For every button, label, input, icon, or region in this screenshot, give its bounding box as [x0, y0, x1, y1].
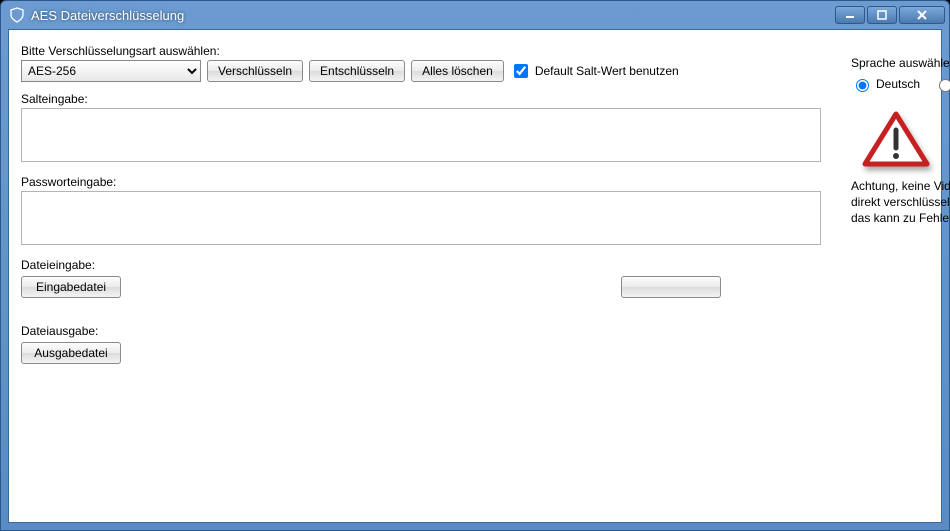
radio-german[interactable] [856, 79, 869, 92]
default-salt-text: Default Salt-Wert benutzen [535, 64, 679, 78]
decrypt-button[interactable]: Entschlüsseln [309, 60, 405, 82]
input-file-button[interactable]: Eingabedatei [21, 276, 121, 298]
salt-section: Salteingabe: [21, 92, 821, 165]
salt-label: Salteingabe: [21, 92, 821, 106]
maximize-button[interactable] [867, 6, 897, 24]
radio-english[interactable] [939, 79, 950, 92]
warning-text: Achtung, keine Videos direkt verschlüsse… [851, 178, 950, 227]
clear-all-button[interactable]: Alles löschen [411, 60, 504, 82]
radio-german-text: Deutsch [876, 77, 920, 91]
warning-icon [861, 110, 931, 170]
warning-line3: das kann zu Fehler führen! [851, 211, 950, 225]
file-input-label: Dateieingabe: [21, 258, 821, 272]
password-input[interactable] [21, 191, 821, 245]
radio-english-label[interactable]: Englisch [934, 76, 950, 92]
file-input-section: Dateieingabe: Eingabedatei [21, 258, 821, 298]
salt-input[interactable] [21, 108, 821, 162]
window-buttons [833, 6, 945, 24]
encrypt-button[interactable]: Verschlüsseln [207, 60, 303, 82]
file-output-bar: Ausgabedatei [21, 342, 821, 364]
main-pane: Bitte Verschlüsselungsart auswählen: AES… [21, 38, 821, 510]
titlebar[interactable]: AES Dateiverschlüsselung [1, 1, 949, 29]
warning-line2: direkt verschlüsseln, [851, 195, 950, 209]
blank-button[interactable] [621, 276, 721, 298]
file-output-label: Dateiausgabe: [21, 324, 821, 338]
default-salt-label[interactable]: Default Salt-Wert benutzen [510, 61, 679, 81]
radio-german-label[interactable]: Deutsch [851, 76, 920, 92]
file-input-bar: Eingabedatei [21, 276, 821, 298]
encryption-type-select[interactable]: AES-256 [21, 60, 201, 82]
app-window: AES Dateiverschlüsselung Bitte Verschlüs… [0, 0, 950, 531]
file-output-section: Dateiausgabe: Ausgabedatei [21, 324, 821, 364]
language-radio-group: Deutsch Englisch [851, 76, 950, 92]
default-salt-checkbox[interactable] [514, 64, 528, 78]
toolbar-row: AES-256 Verschlüsseln Entschlüsseln Alle… [21, 60, 821, 82]
shield-icon [9, 7, 25, 23]
side-pane: Sprache auswählen: Deutsch Englisch [851, 38, 950, 510]
window-title: AES Dateiverschlüsselung [31, 8, 833, 23]
encryption-type-label: Bitte Verschlüsselungsart auswählen: [21, 44, 821, 58]
output-file-button[interactable]: Ausgabedatei [21, 342, 121, 364]
client-area: Bitte Verschlüsselungsart auswählen: AES… [8, 29, 942, 523]
minimize-button[interactable] [835, 6, 865, 24]
close-button[interactable] [899, 6, 945, 24]
warning-line1: Achtung, keine Videos [851, 179, 950, 193]
password-label: Passworteingabe: [21, 175, 821, 189]
password-section: Passworteingabe: [21, 175, 821, 248]
language-label: Sprache auswählen: [851, 56, 950, 70]
